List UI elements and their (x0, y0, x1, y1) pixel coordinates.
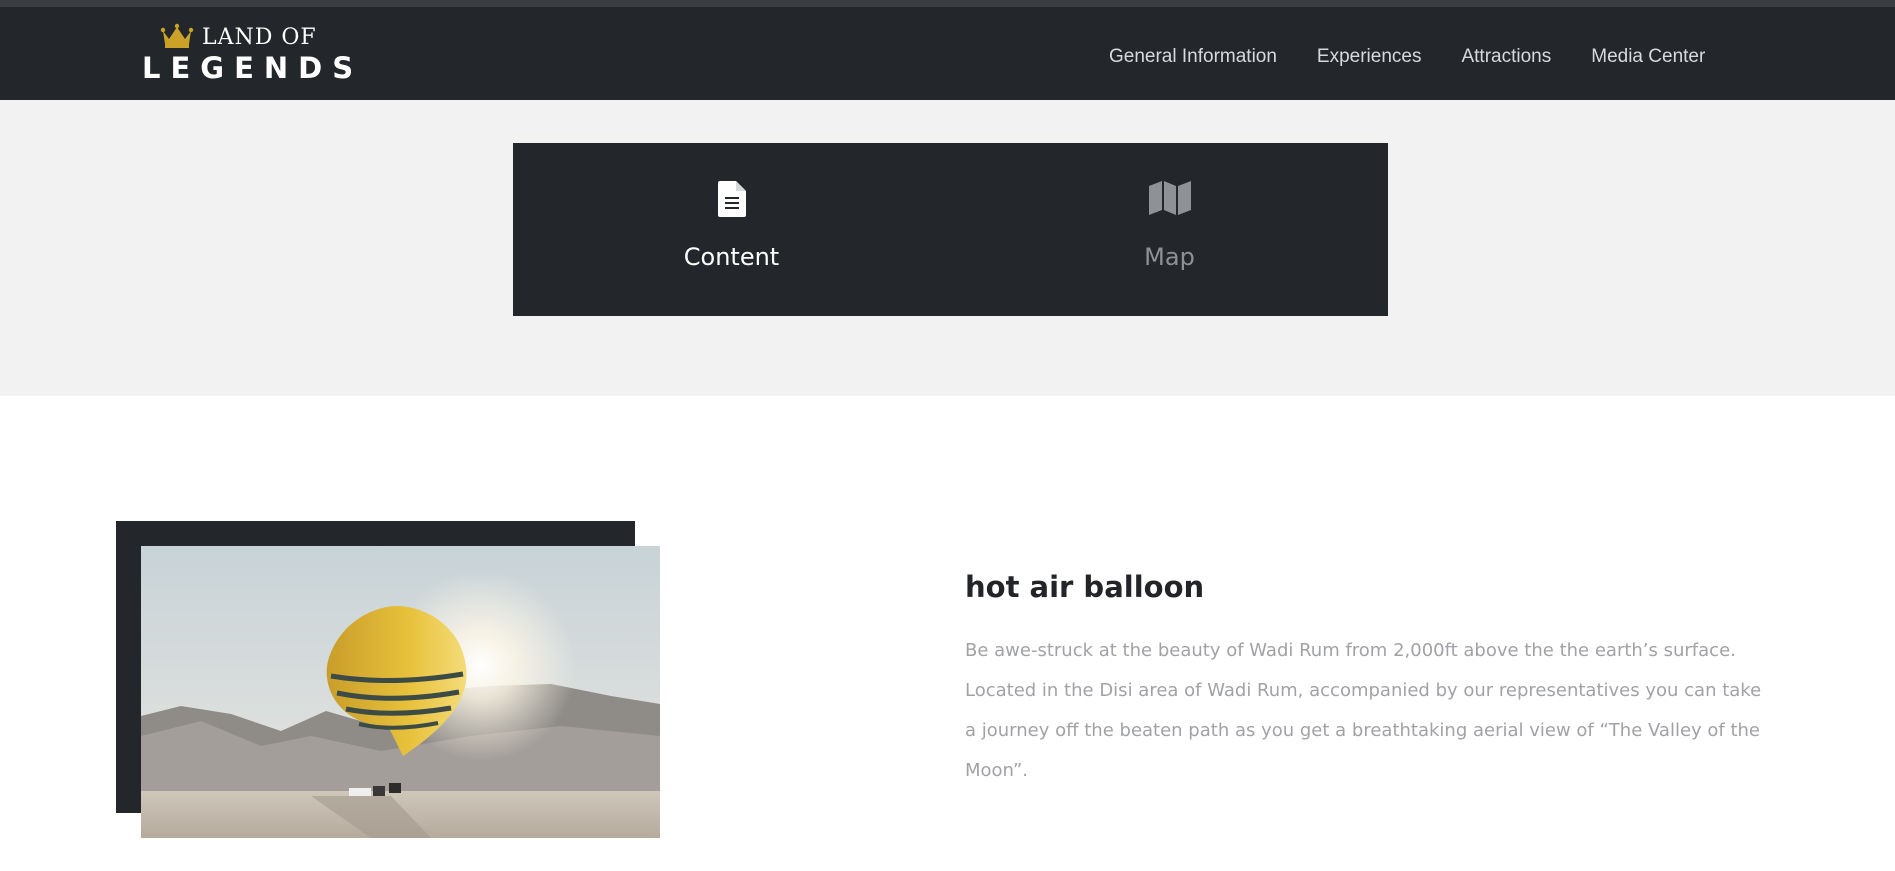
nav-general-information[interactable]: General Information (1109, 46, 1277, 68)
tab-map-label: Map (1144, 243, 1195, 271)
site-logo[interactable]: LAND OF LEGENDS (140, 23, 353, 85)
top-border (0, 0, 1895, 7)
nav-experiences[interactable]: Experiences (1317, 46, 1422, 68)
nav-attractions[interactable]: Attractions (1461, 46, 1551, 68)
tab-content-label: Content (683, 243, 780, 271)
main-nav: General Information Experiences Attracti… (1109, 46, 1745, 68)
map-icon (1148, 181, 1191, 220)
tab-map[interactable]: Map (951, 143, 1388, 316)
document-icon (717, 181, 746, 222)
nav-media-center[interactable]: Media Center (1591, 46, 1705, 68)
experience-description: Be awe-struck at the beauty of Wadi Rum … (965, 640, 1762, 781)
site-header: LAND OF LEGENDS General Information Expe… (0, 7, 1895, 100)
logo-text-bottom: LEGENDS (142, 51, 364, 85)
logo-text-top: LAND OF (202, 25, 317, 50)
view-tabs: Content Map (513, 143, 1388, 316)
tab-content[interactable]: Content (513, 143, 950, 316)
crown-icon (160, 23, 194, 49)
experience-title: hot air balloon (965, 570, 1205, 605)
hot-air-balloon-photo (141, 546, 660, 838)
